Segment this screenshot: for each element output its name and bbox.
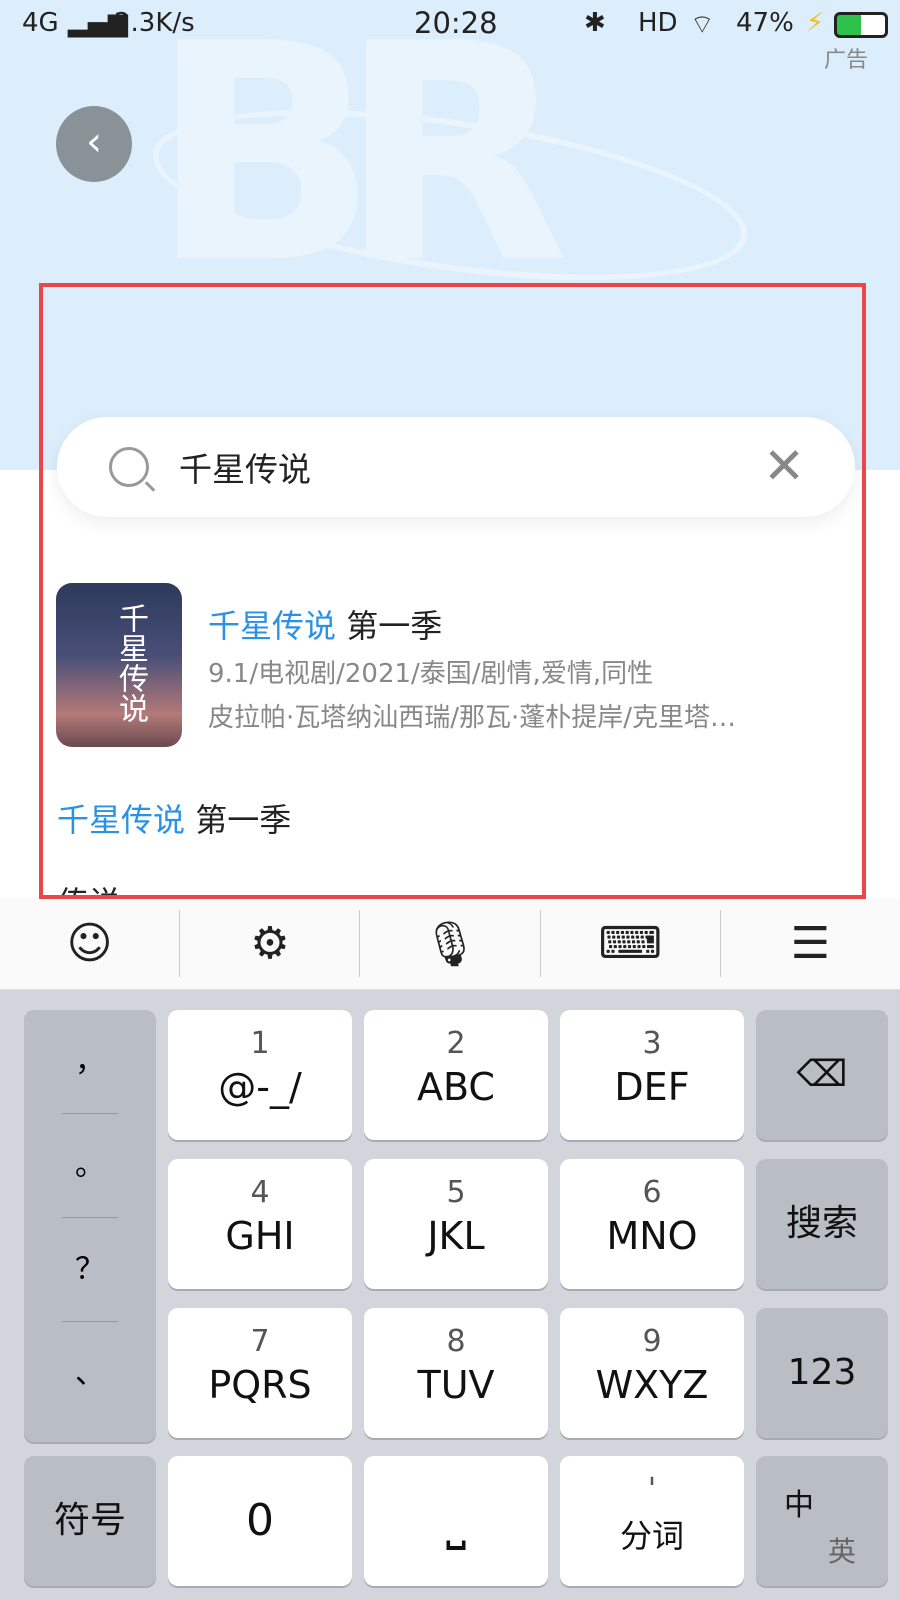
key-letters: GHI xyxy=(225,1214,295,1258)
zero-label: 0 xyxy=(246,1495,274,1546)
suggestion-item[interactable]: 千星传说 第一季 xyxy=(57,795,291,841)
key-number: 1 xyxy=(250,1026,270,1061)
keyboard-toolbar: ☺ ⚙ 🎙 ⌨ ☰ xyxy=(0,898,900,990)
wifi-icon: ⌔ xyxy=(690,10,715,40)
numeric-key-label: 123 xyxy=(787,1352,857,1393)
net-speed: 2.3K/s xyxy=(114,8,195,38)
key-2[interactable]: 2 ABC xyxy=(364,1010,548,1140)
search-key[interactable]: 搜索 xyxy=(756,1159,888,1289)
title-highlight: 千星传说 xyxy=(208,607,337,645)
search-input[interactable] xyxy=(179,439,739,495)
key-letters: TUV xyxy=(417,1363,495,1407)
chevron-left-icon: ‹ xyxy=(86,119,102,165)
charging-icon: ⚡ xyxy=(806,8,825,38)
search-result-item[interactable]: 千星传说 千星传说 第一季 9.1/电视剧/2021/泰国/剧情,爱情,同性 皮… xyxy=(56,583,846,747)
split-key[interactable]: ' 分词 xyxy=(560,1456,744,1586)
network-indicator: 4G xyxy=(22,8,59,38)
key-number: 2 xyxy=(446,1026,466,1061)
symbols-key-label: 符号 xyxy=(53,1500,126,1541)
suggestion-item[interactable]: 传说 xyxy=(57,878,121,898)
close-icon[interactable]: ✕ xyxy=(763,441,805,491)
key-comma[interactable]: ， xyxy=(62,1010,118,1114)
punctuation-column[interactable]: ， 。 ？ 、 xyxy=(24,1010,156,1442)
space-key[interactable]: ⎵ xyxy=(364,1456,548,1586)
title-rest: 第一季 xyxy=(336,607,443,645)
keyboard: ☺ ⚙ 🎙 ⌨ ☰ ， 。 ？ 、 1 @-_/ 2 ABC 3 DEF 4 GHI 5… xyxy=(0,898,900,1600)
poster-image: 千星传说 xyxy=(56,583,182,747)
key-number: 3 xyxy=(642,1026,662,1061)
key-letters: JKL xyxy=(427,1214,485,1258)
lang-zh-label: 中 xyxy=(784,1488,814,1523)
key-number: 4 xyxy=(250,1175,270,1210)
suggestion-highlight: 千星传说 xyxy=(57,801,186,839)
result-title: 千星传说 第一季 xyxy=(208,601,442,647)
search-bar[interactable]: ✕ xyxy=(57,417,855,517)
battery-icon xyxy=(834,12,888,38)
header-banner: BR xyxy=(0,0,900,470)
key-6[interactable]: 6 MNO xyxy=(560,1159,744,1289)
key-5[interactable]: 5 JKL xyxy=(364,1159,548,1289)
key-number: 8 xyxy=(446,1324,466,1359)
poster-title: 千星传说 xyxy=(113,603,148,723)
key-number: 9 xyxy=(642,1324,662,1359)
ad-label: 广告 xyxy=(823,48,868,73)
split-label: 分词 xyxy=(619,1517,684,1555)
emoji-icon[interactable]: ☺ xyxy=(0,910,181,977)
keyboard-icon[interactable]: ⌨ xyxy=(541,910,721,977)
settings-icon[interactable]: ⚙ xyxy=(180,910,361,977)
hd-indicator: HD xyxy=(638,8,678,38)
apostrophe-label: ' xyxy=(647,1472,657,1507)
key-7[interactable]: 7 PQRS xyxy=(168,1308,352,1438)
backspace-icon: ⌫ xyxy=(796,1054,848,1095)
key-1[interactable]: 1 @-_/ xyxy=(168,1010,352,1140)
lang-en-label: 英 xyxy=(828,1535,857,1568)
backspace-key[interactable]: ⌫ xyxy=(756,1010,888,1140)
key-0[interactable]: 0 xyxy=(168,1456,352,1586)
status-bar: 4G ▂▄▆ 2.3K/s 20:28 ✱ HD ⌔ 47% ⚡ xyxy=(0,0,900,48)
back-button[interactable]: ‹ xyxy=(56,106,132,182)
key-letters: DEF xyxy=(614,1065,690,1109)
battery-percent: 47% xyxy=(736,8,794,38)
key-period[interactable]: 。 xyxy=(62,1114,118,1218)
key-letters: WXYZ xyxy=(595,1363,709,1407)
numeric-key[interactable]: 123 xyxy=(756,1308,888,1438)
search-icon xyxy=(109,447,149,487)
key-pause[interactable]: 、 xyxy=(62,1322,118,1426)
suggestion-text: 传说 xyxy=(57,884,121,898)
result-cast: 皮拉帕·瓦塔纳汕西瑞/那瓦·蓬朴提岸/克里塔… xyxy=(208,703,737,733)
suggestion-rest: 第一季 xyxy=(185,801,292,839)
language-toggle-key[interactable]: 中 英 xyxy=(756,1456,888,1586)
key-number: 7 xyxy=(250,1324,270,1359)
key-letters: ABC xyxy=(417,1065,495,1109)
key-number: 6 xyxy=(642,1175,662,1210)
hide-keyboard-icon[interactable]: ☰ xyxy=(721,910,900,977)
microphone-icon[interactable]: 🎙 xyxy=(360,910,541,977)
symbols-key[interactable]: 符号 xyxy=(24,1456,156,1586)
key-letters: PQRS xyxy=(208,1363,312,1407)
key-8[interactable]: 8 TUV xyxy=(364,1308,548,1438)
key-9[interactable]: 9 WXYZ xyxy=(560,1308,744,1438)
clock: 20:28 xyxy=(414,6,498,40)
space-icon: ⎵ xyxy=(446,1492,466,1550)
search-key-label: 搜索 xyxy=(785,1203,858,1244)
key-question[interactable]: ？ xyxy=(62,1218,118,1322)
key-number: 5 xyxy=(446,1175,466,1210)
key-letters: MNO xyxy=(606,1214,698,1258)
key-3[interactable]: 3 DEF xyxy=(560,1010,744,1140)
result-meta: 9.1/电视剧/2021/泰国/剧情,爱情,同性 xyxy=(208,659,654,689)
bluetooth-icon: ✱ xyxy=(584,8,606,38)
key-letters: @-_/ xyxy=(218,1065,302,1109)
key-4[interactable]: 4 GHI xyxy=(168,1159,352,1289)
